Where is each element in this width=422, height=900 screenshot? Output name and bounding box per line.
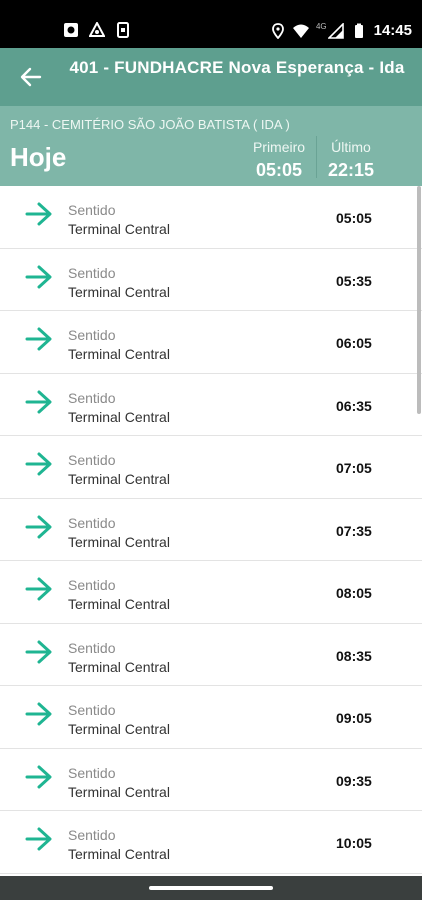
schedule-row[interactable]: Sentido Terminal Central 05:35 <box>0 248 422 311</box>
stop-header: P144 - CEMITÉRIO SÃO JOÃO BATISTA ( IDA … <box>0 106 422 186</box>
direction-arrow-icon <box>25 640 52 663</box>
last-label: Último <box>331 139 371 155</box>
notification-icon-2 <box>89 22 105 37</box>
header-divider <box>316 136 317 178</box>
last-departure: Último 22:15 <box>321 139 381 181</box>
schedule-row[interactable]: Sentido Terminal Central 06:35 <box>0 373 422 436</box>
departure-time: 07:05 <box>336 460 372 476</box>
departure-time: 06:35 <box>336 397 372 414</box>
direction-arrow-icon <box>25 515 52 538</box>
battery-icon <box>354 23 363 38</box>
departure-time: 06:05 <box>336 335 372 351</box>
direction-arrow-icon <box>25 827 52 851</box>
departure-time: 08:35 <box>336 647 372 664</box>
direction-arrow-icon <box>25 452 52 476</box>
direction-arrow-icon <box>25 327 52 351</box>
direction-arrow-icon <box>25 390 52 413</box>
schedule-row[interactable]: Sentido Terminal Central 10:05 <box>0 811 422 874</box>
schedule-list[interactable]: Sentido Terminal Central 05:05 Sentido T… <box>0 186 422 876</box>
page-title: 401 - FUNDHACRE Nova Esperança - Ida <box>69 58 405 77</box>
notification-icon-3 <box>117 22 129 38</box>
direction-arrow-icon <box>25 765 52 788</box>
schedule-row[interactable]: Sentido Terminal Central 08:05 <box>0 561 422 624</box>
system-icons: 4G 14:45 <box>270 22 412 39</box>
schedule-row[interactable]: Sentido Terminal Central 07:35 <box>0 498 422 561</box>
day-label: Hoje <box>10 142 67 172</box>
schedule-row[interactable]: Sentido Terminal Central 05:05 <box>0 186 422 249</box>
network-type: 4G <box>315 22 327 31</box>
direction-arrow-icon <box>25 265 52 288</box>
direction-value: Terminal Central <box>68 533 170 550</box>
direction-value: Terminal Central <box>68 346 170 362</box>
scrollbar[interactable] <box>417 186 421 414</box>
stop-name: P144 - CEMITÉRIO SÃO JOÃO BATISTA ( IDA … <box>10 117 290 132</box>
direction-value: Terminal Central <box>68 596 170 612</box>
direction-label: Sentido <box>68 702 116 718</box>
departure-time: 05:05 <box>336 210 372 226</box>
back-arrow-icon[interactable] <box>20 66 42 88</box>
direction-value: Terminal Central <box>68 846 170 862</box>
direction-value: Terminal Central <box>68 471 170 487</box>
schedule-row[interactable]: Sentido Terminal Central 08:35 <box>0 623 422 686</box>
departure-time: 09:35 <box>336 772 372 789</box>
location-icon <box>272 22 284 39</box>
direction-label: Sentido <box>68 514 116 531</box>
last-time: 22:15 <box>327 160 375 180</box>
status-bar: 4G 14:45 <box>0 0 422 48</box>
direction-value: Terminal Central <box>68 408 170 425</box>
departure-time: 09:05 <box>336 710 372 726</box>
status-time: 14:45 <box>373 22 412 39</box>
schedule-row[interactable]: Sentido Terminal Central 06:05 <box>0 311 422 374</box>
direction-value: Terminal Central <box>68 721 170 737</box>
direction-arrow-icon <box>25 202 52 226</box>
direction-label: Sentido <box>68 639 116 656</box>
direction-label: Sentido <box>68 827 116 843</box>
direction-label: Sentido <box>68 327 116 343</box>
direction-label: Sentido <box>68 202 116 218</box>
direction-value: Terminal Central <box>68 283 170 300</box>
direction-label: Sentido <box>68 389 116 406</box>
schedule-row[interactable]: Sentido Terminal Central 09:35 <box>0 748 422 811</box>
departure-time: 08:05 <box>336 585 372 601</box>
direction-label: Sentido <box>68 577 116 593</box>
wifi-icon <box>292 24 309 38</box>
navigation-bar <box>0 876 422 900</box>
first-label: Primeiro <box>252 139 306 155</box>
direction-label: Sentido <box>68 452 116 468</box>
notification-icons <box>63 22 131 38</box>
notification-icon-1 <box>64 23 78 37</box>
departure-time: 07:35 <box>336 522 372 539</box>
direction-arrow-icon <box>25 577 52 601</box>
departure-time: 05:35 <box>336 272 372 289</box>
direction-value: Terminal Central <box>68 658 170 675</box>
departure-time: 10:05 <box>336 835 372 851</box>
first-departure: Primeiro 05:05 <box>249 139 309 181</box>
signal-icon <box>327 22 344 39</box>
direction-label: Sentido <box>68 764 116 781</box>
schedule-row[interactable]: Sentido Terminal Central 09:05 <box>0 686 422 749</box>
home-handle[interactable] <box>149 886 273 890</box>
direction-value: Terminal Central <box>68 783 170 800</box>
first-time: 05:05 <box>255 160 303 180</box>
direction-arrow-icon <box>25 702 52 726</box>
direction-label: Sentido <box>68 264 116 281</box>
app-bar: 401 - FUNDHACRE Nova Esperança - Ida <box>0 48 422 106</box>
direction-value: Terminal Central <box>68 221 170 237</box>
schedule-row[interactable]: Sentido Terminal Central 07:05 <box>0 436 422 499</box>
